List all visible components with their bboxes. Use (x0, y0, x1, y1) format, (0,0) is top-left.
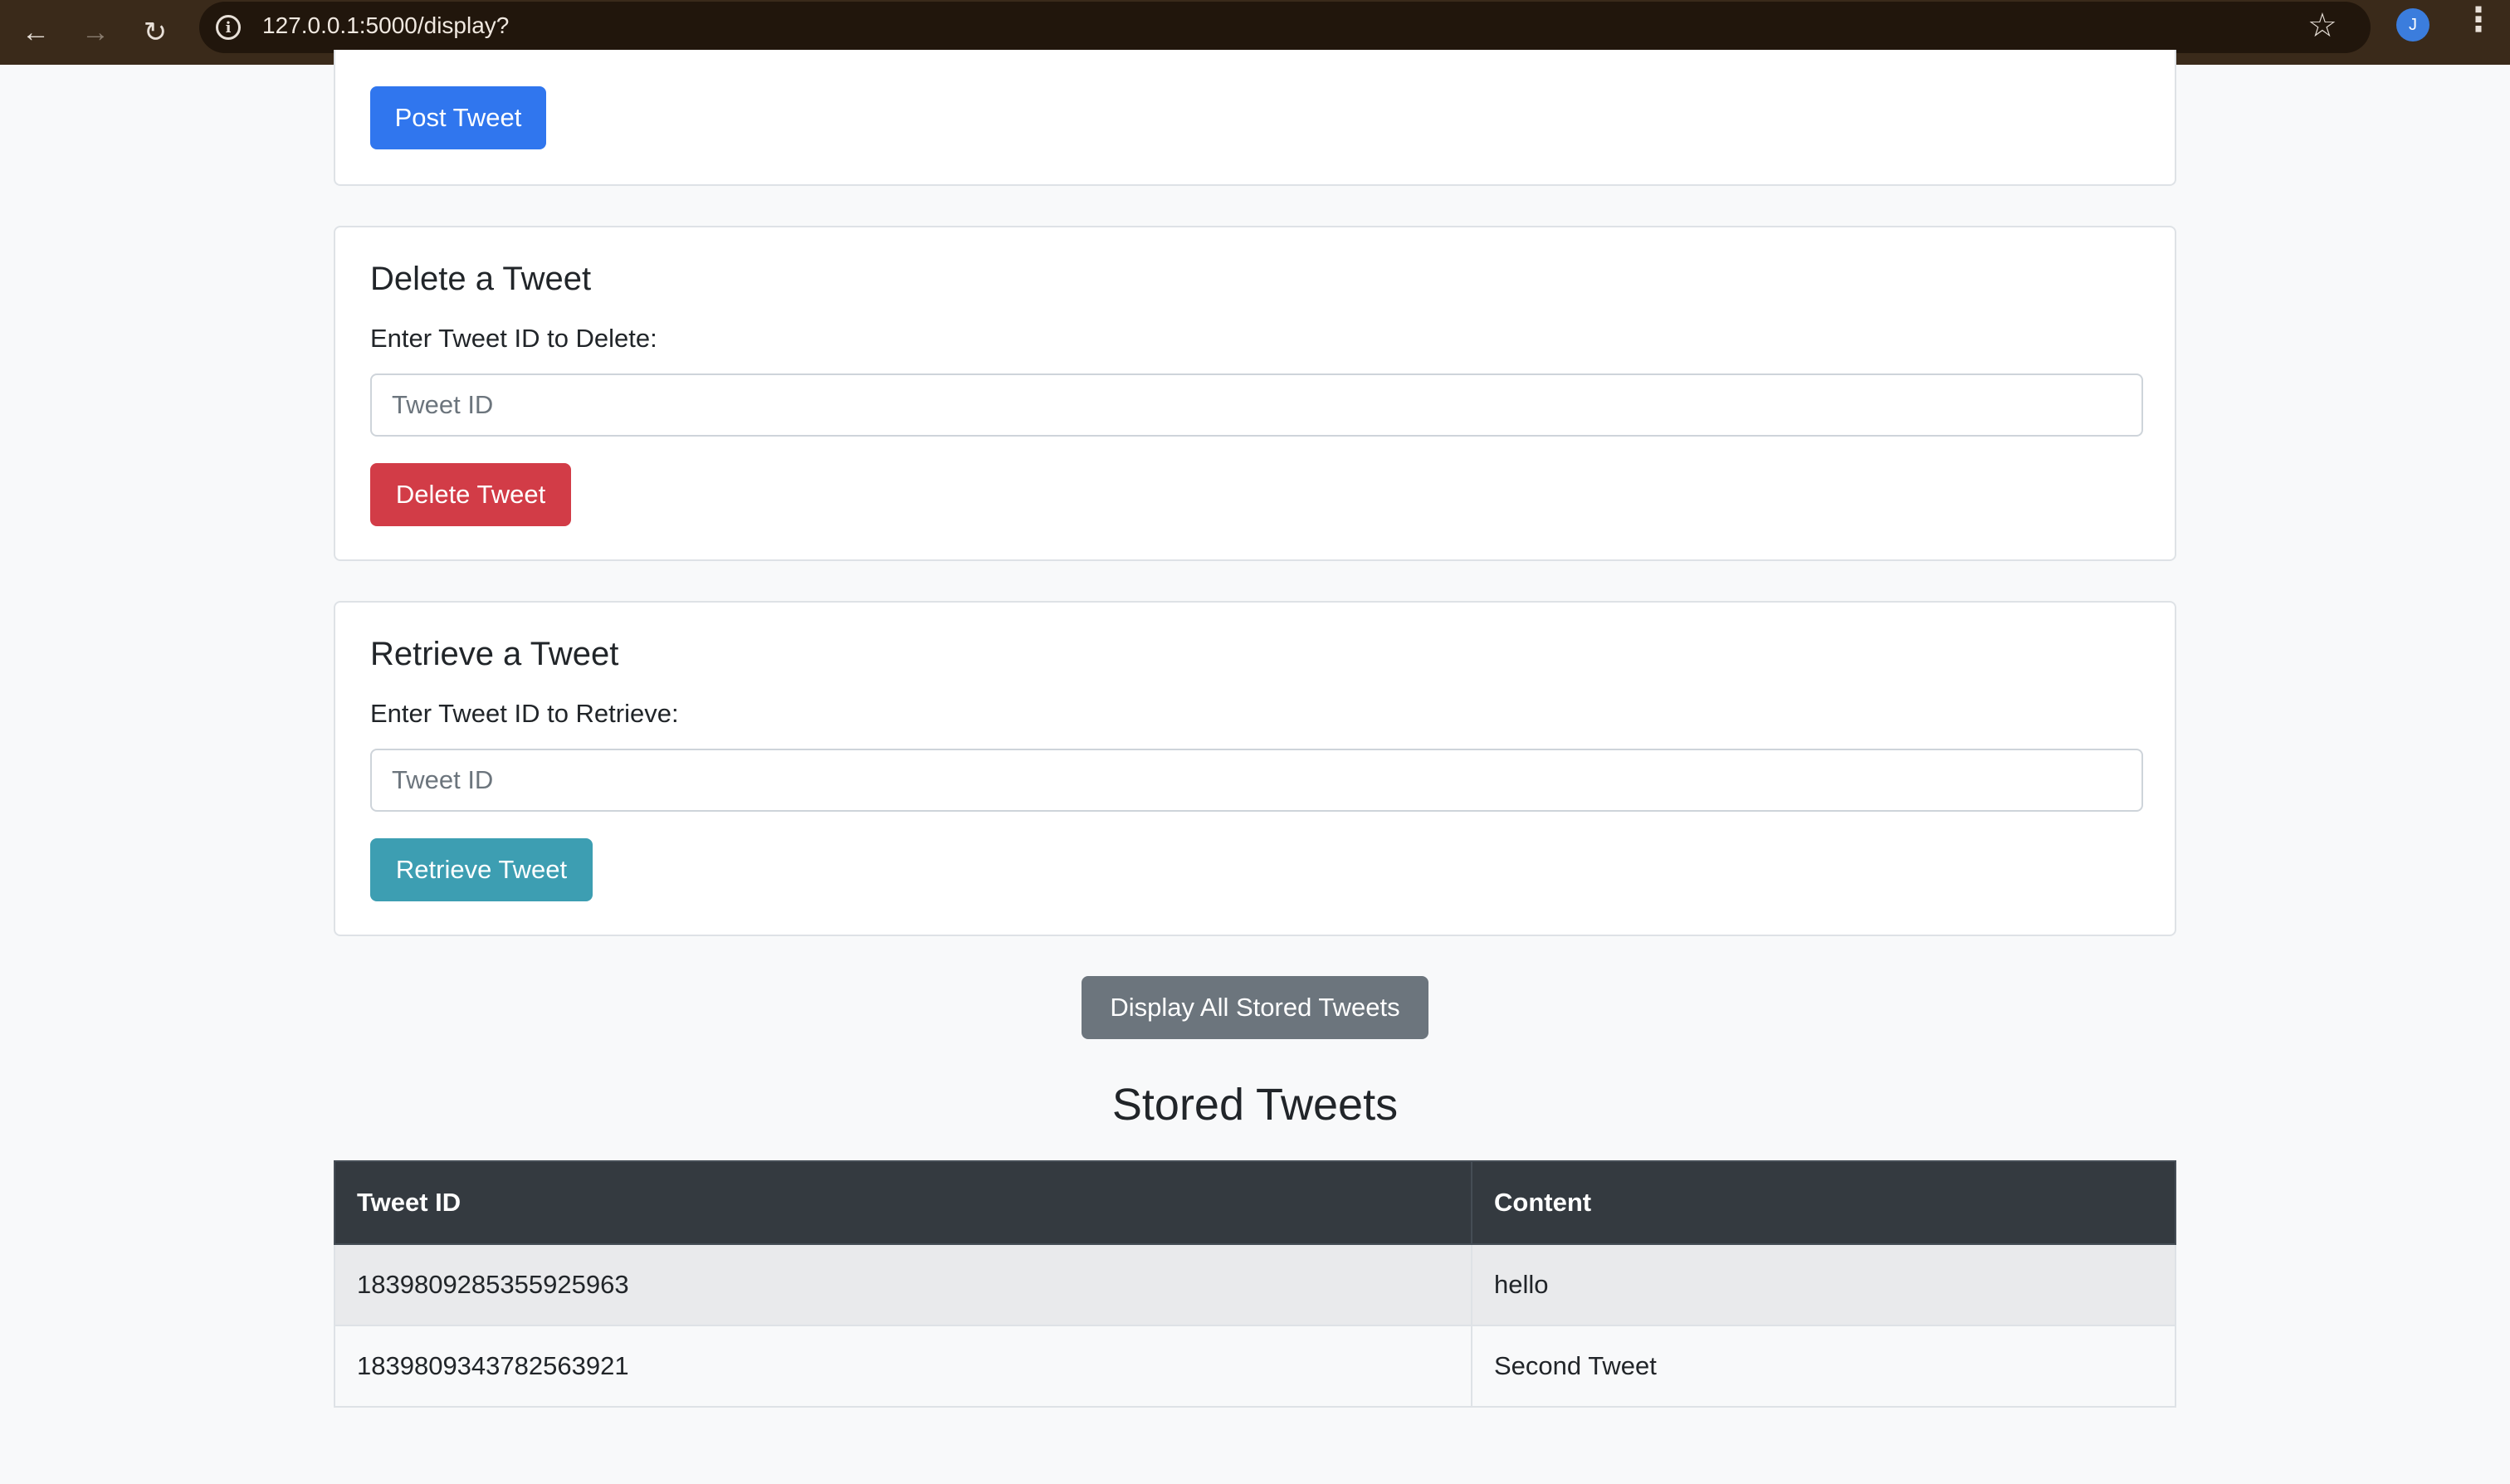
tweet-content-cell: Second Tweet (1471, 1325, 2176, 1408)
kebab-menu-icon[interactable]: ⋮ (2462, 3, 2495, 37)
tweet-id-cell: 1839809285355925963 (334, 1243, 1472, 1326)
delete-card-title: Delete a Tweet (370, 261, 592, 297)
stored-tweets-table: Tweet ID Content 1839809285355925963 hel… (334, 1160, 2176, 1408)
post-tweet-button[interactable]: Post Tweet (370, 86, 546, 149)
delete-id-label: Enter Tweet ID to Delete: (370, 324, 657, 353)
post-tweet-card: Post Tweet (334, 50, 2176, 186)
retrieve-card-title: Retrieve a Tweet (370, 636, 619, 672)
back-arrow-icon[interactable]: ← (15, 12, 56, 53)
delete-tweet-button[interactable]: Delete Tweet (370, 463, 571, 526)
retrieve-id-label: Enter Tweet ID to Retrieve: (370, 699, 679, 728)
retrieve-id-input[interactable] (370, 749, 2143, 812)
tweet-id-cell: 1839809343782563921 (334, 1325, 1472, 1408)
tweet-content-cell: hello (1471, 1243, 2176, 1326)
url-text[interactable]: 127.0.0.1:5000/display? (262, 12, 509, 39)
retrieve-tweet-button[interactable]: Retrieve Tweet (370, 838, 593, 901)
avatar[interactable]: J (2396, 8, 2429, 41)
retrieve-tweet-card: Retrieve a Tweet Enter Tweet ID to Retri… (334, 601, 2176, 936)
display-all-tweets-button[interactable]: Display All Stored Tweets (1082, 976, 1428, 1039)
star-icon[interactable]: ☆ (2307, 7, 2337, 45)
column-header-tweet-id: Tweet ID (334, 1160, 1472, 1245)
table-row: 1839809343782563921 Second Tweet (334, 1325, 2176, 1408)
info-icon[interactable]: i (216, 15, 241, 40)
table-row: 1839809285355925963 hello (334, 1243, 2176, 1326)
forward-arrow-icon[interactable]: → (75, 12, 116, 53)
column-header-content: Content (1471, 1160, 2176, 1245)
delete-id-input[interactable] (370, 373, 2143, 437)
reload-icon[interactable]: ↻ (134, 12, 176, 53)
stored-tweets-title: Stored Tweets (1111, 1080, 1399, 1130)
delete-tweet-card: Delete a Tweet Enter Tweet ID to Delete:… (334, 226, 2176, 561)
address-bar[interactable]: i 127.0.0.1:5000/display? (199, 2, 2371, 53)
table-header-row: Tweet ID Content (334, 1160, 2176, 1245)
